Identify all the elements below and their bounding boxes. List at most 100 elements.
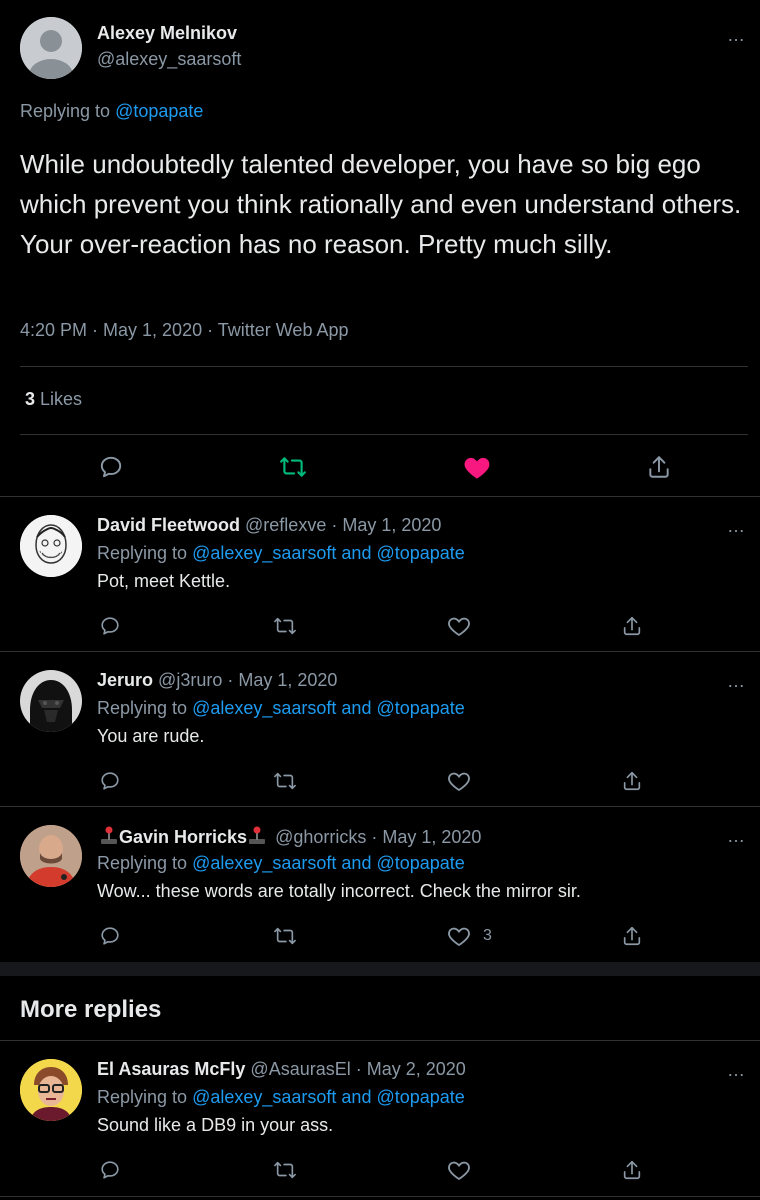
- avatar-main[interactable]: [20, 17, 82, 79]
- retweet-icon: [274, 927, 296, 945]
- more-icon[interactable]: …: [727, 26, 746, 44]
- avatar-david[interactable]: [20, 515, 82, 577]
- more-icon[interactable]: …: [727, 827, 746, 845]
- reply-handle-date[interactable]: @AsaurasEl · May 2, 2020: [250, 1059, 465, 1079]
- more-icon[interactable]: …: [727, 1061, 746, 1079]
- reply-header: El Asauras McFly @AsaurasEl · May 2, 202…: [97, 1059, 466, 1080]
- reply-handle-date[interactable]: @reflexve · May 1, 2020: [245, 515, 441, 535]
- author-name[interactable]: Alexey Melnikov: [97, 23, 237, 44]
- replying-to-line: Replying to @alexey_saarsoft and @topapa…: [97, 698, 465, 719]
- more-replies-heading: More replies: [20, 996, 162, 1023]
- avatar-gavin[interactable]: [20, 825, 82, 887]
- replying-to-line: Replying to @topapate: [20, 101, 203, 122]
- default-avatar-icon: [20, 17, 82, 79]
- reply-text: Sound like a DB9 in your ass.: [97, 1115, 334, 1135]
- reply-author-name[interactable]: David Fleetwood: [97, 515, 240, 535]
- likes-label: Likes: [40, 389, 83, 409]
- replying-prefix: Replying to: [97, 853, 188, 873]
- reply-text: Pot, meet Kettle.: [97, 571, 231, 591]
- author-handle[interactable]: @alexey_saarsoft: [97, 49, 241, 70]
- main-action-bar: [0, 452, 760, 482]
- share-icon: [623, 926, 641, 946]
- reply-handle-date[interactable]: @j3ruro · May 1, 2020: [158, 670, 337, 690]
- retweet-button[interactable]: [273, 611, 297, 641]
- reply-button[interactable]: [99, 1155, 121, 1185]
- like-icon-filled: [464, 457, 490, 479]
- section-separator: [0, 962, 760, 976]
- like-icon: [448, 617, 470, 637]
- replying-prefix: Replying to: [97, 698, 188, 718]
- share-button[interactable]: [621, 1155, 643, 1185]
- reply-author-name[interactable]: Gavin Horricks: [119, 827, 247, 847]
- like-count: 3: [483, 927, 492, 944]
- share-button[interactable]: [621, 766, 643, 796]
- joystick-emoji: [247, 825, 267, 850]
- divider: [20, 434, 748, 435]
- share-icon: [623, 616, 641, 636]
- like-button[interactable]: [447, 766, 483, 796]
- retweet-button[interactable]: [273, 766, 297, 796]
- joystick-emoji: [99, 825, 119, 850]
- share-button[interactable]: [646, 452, 672, 482]
- retweet-button[interactable]: [273, 1155, 297, 1185]
- reply-text: Wow... these words are totally incorrect…: [97, 881, 581, 901]
- like-icon: [448, 1161, 470, 1181]
- reply-author-name[interactable]: El Asauras McFly: [97, 1059, 245, 1079]
- like-button[interactable]: [447, 611, 483, 641]
- replying-prefix: Replying to: [20, 101, 111, 121]
- more-icon[interactable]: …: [727, 672, 746, 690]
- reply-icon: [101, 1161, 119, 1179]
- reply-action-bar: [0, 611, 760, 641]
- retweet-icon: [274, 1161, 296, 1179]
- reply-handle-date[interactable]: @ghorricks · May 1, 2020: [275, 827, 481, 847]
- tweet-meta: 4:20 PM · May 1, 2020 · Twitter Web App: [20, 320, 349, 340]
- divider: [0, 651, 760, 652]
- likes-stat[interactable]: 3 Likes: [25, 389, 82, 410]
- retweet-icon: [274, 617, 296, 635]
- reply-button[interactable]: [98, 452, 124, 482]
- share-icon: [623, 771, 641, 791]
- like-button[interactable]: [463, 452, 491, 482]
- like-icon: [448, 772, 470, 792]
- reply-icon: [101, 772, 119, 790]
- replying-to-links[interactable]: @alexey_saarsoft and @topapate: [192, 853, 465, 873]
- like-button[interactable]: [447, 1155, 483, 1185]
- cartoon-portrait-icon: [20, 1059, 82, 1121]
- share-button[interactable]: [621, 921, 643, 951]
- share-icon: [623, 1160, 641, 1180]
- reply-action-bar: [0, 1155, 760, 1185]
- more-icon[interactable]: …: [727, 517, 746, 535]
- person-photo-icon: [20, 825, 82, 887]
- reply-header: Jeruro @j3ruro · May 1, 2020: [97, 670, 337, 691]
- share-icon: [649, 456, 669, 478]
- replying-prefix: Replying to: [97, 543, 188, 563]
- replying-to-links[interactable]: @alexey_saarsoft and @topapate: [192, 543, 465, 563]
- reply-text: You are rude.: [97, 726, 205, 746]
- reply-icon: [100, 456, 122, 478]
- avatar-el-asauras[interactable]: [20, 1059, 82, 1121]
- replying-to-line: Replying to @alexey_saarsoft and @topapa…: [97, 543, 465, 564]
- reply-button[interactable]: [99, 766, 121, 796]
- avatar-jeruro[interactable]: [20, 670, 82, 732]
- replying-to-line: Replying to @alexey_saarsoft and @topapa…: [97, 853, 465, 874]
- divider: [0, 1196, 760, 1197]
- likes-count: 3: [25, 389, 36, 409]
- reply-header: Gavin Horricks @ghorricks · May 1, 2020: [99, 825, 481, 850]
- replying-prefix: Replying to: [97, 1087, 188, 1107]
- reply-author-name[interactable]: Jeruro: [97, 670, 153, 690]
- reply-button[interactable]: [99, 921, 121, 951]
- retweet-button[interactable]: [273, 921, 297, 951]
- reply-icon: [101, 927, 119, 945]
- tweet-text: While undoubtedly talented developer, yo…: [20, 149, 742, 259]
- replying-to-links[interactable]: @alexey_saarsoft and @topapate: [192, 1087, 465, 1107]
- reply-action-bar: 3: [0, 921, 760, 951]
- reply-icon: [101, 617, 119, 635]
- share-button[interactable]: [621, 611, 643, 641]
- like-icon: [448, 927, 470, 947]
- replying-to-link[interactable]: @topapate: [115, 101, 203, 121]
- reply-button[interactable]: [99, 611, 121, 641]
- replying-to-links[interactable]: @alexey_saarsoft and @topapate: [192, 698, 465, 718]
- retweet-button[interactable]: [279, 452, 307, 482]
- like-button[interactable]: 3: [447, 921, 492, 951]
- divider: [0, 806, 760, 807]
